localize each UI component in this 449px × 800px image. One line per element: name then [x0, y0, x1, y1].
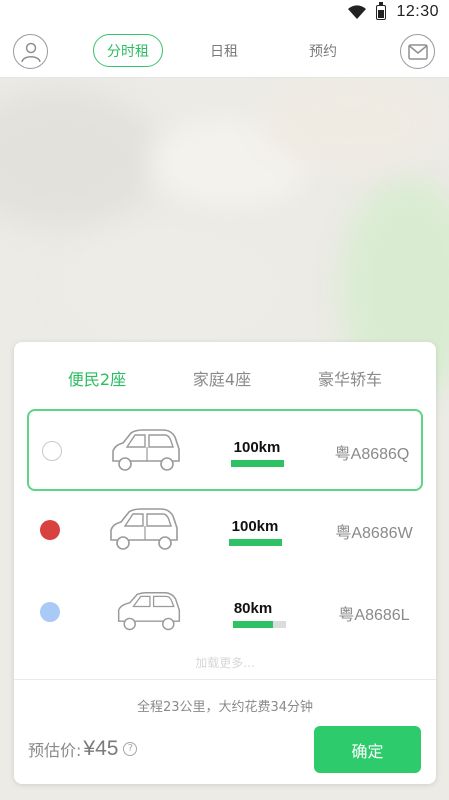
help-icon[interactable]: ?	[123, 742, 138, 756]
top-nav: 分时租 日租 预约	[0, 24, 449, 78]
car-icon	[112, 429, 180, 471]
battery-bar	[233, 621, 286, 628]
car-icon	[110, 508, 178, 550]
tab-daily[interactable]: 日租	[200, 34, 248, 67]
car-row[interactable]: 80km 粤A8686L	[27, 572, 423, 654]
car-type-tabs: 便民2座 家庭4座 豪华轿车	[14, 342, 436, 408]
estimate-price: ¥45	[83, 737, 119, 760]
battery-fill	[231, 460, 284, 467]
mail-icon	[407, 43, 428, 60]
car-range: 80km	[233, 600, 273, 617]
battery-icon	[376, 1, 387, 20]
car-color-indicator	[40, 520, 60, 540]
estimate-label: 预估价:	[28, 741, 82, 760]
tab-2-seat[interactable]: 便民2座	[37, 366, 157, 390]
car-color-indicator	[42, 441, 62, 461]
car-selection-card: 便民2座 家庭4座 豪华轿车 100km 粤A8686Q 100km 粤A868…	[14, 342, 436, 784]
messages-button[interactable]	[400, 34, 435, 69]
tab-reserve[interactable]: 预约	[298, 34, 348, 67]
load-more-link[interactable]: 加载更多...	[14, 654, 436, 671]
divider	[14, 679, 436, 680]
confirm-button[interactable]: 确定	[314, 726, 421, 773]
battery-fill	[233, 621, 273, 628]
car-row[interactable]: 100km 粤A8686Q	[27, 409, 423, 491]
license-plate: 粤A8686Q	[334, 446, 410, 463]
price-estimate: 预估价: ¥45 ?	[28, 737, 138, 761]
status-time: 12:30	[396, 3, 439, 20]
battery-bar	[229, 539, 282, 546]
tab-4-seat[interactable]: 家庭4座	[162, 366, 282, 390]
tab-luxury[interactable]: 豪华轿车	[290, 366, 410, 390]
tab-hourly[interactable]: 分时租	[93, 34, 163, 67]
battery-fill	[229, 539, 282, 546]
user-icon	[20, 42, 41, 62]
wifi-icon	[348, 5, 367, 19]
car-color-indicator	[40, 602, 60, 622]
status-bar: 12:30	[0, 0, 449, 24]
profile-button[interactable]	[13, 34, 48, 69]
car-range: 100km	[233, 439, 281, 456]
car-icon	[117, 591, 181, 631]
trip-summary: 全程23公里，大约花费34分钟	[136, 700, 314, 715]
license-plate: 粤A8686L	[338, 607, 410, 624]
car-row[interactable]: 100km 粤A8686W	[27, 490, 423, 572]
battery-bar	[231, 460, 284, 467]
car-range: 100km	[231, 518, 279, 535]
license-plate: 粤A8686W	[335, 525, 413, 542]
